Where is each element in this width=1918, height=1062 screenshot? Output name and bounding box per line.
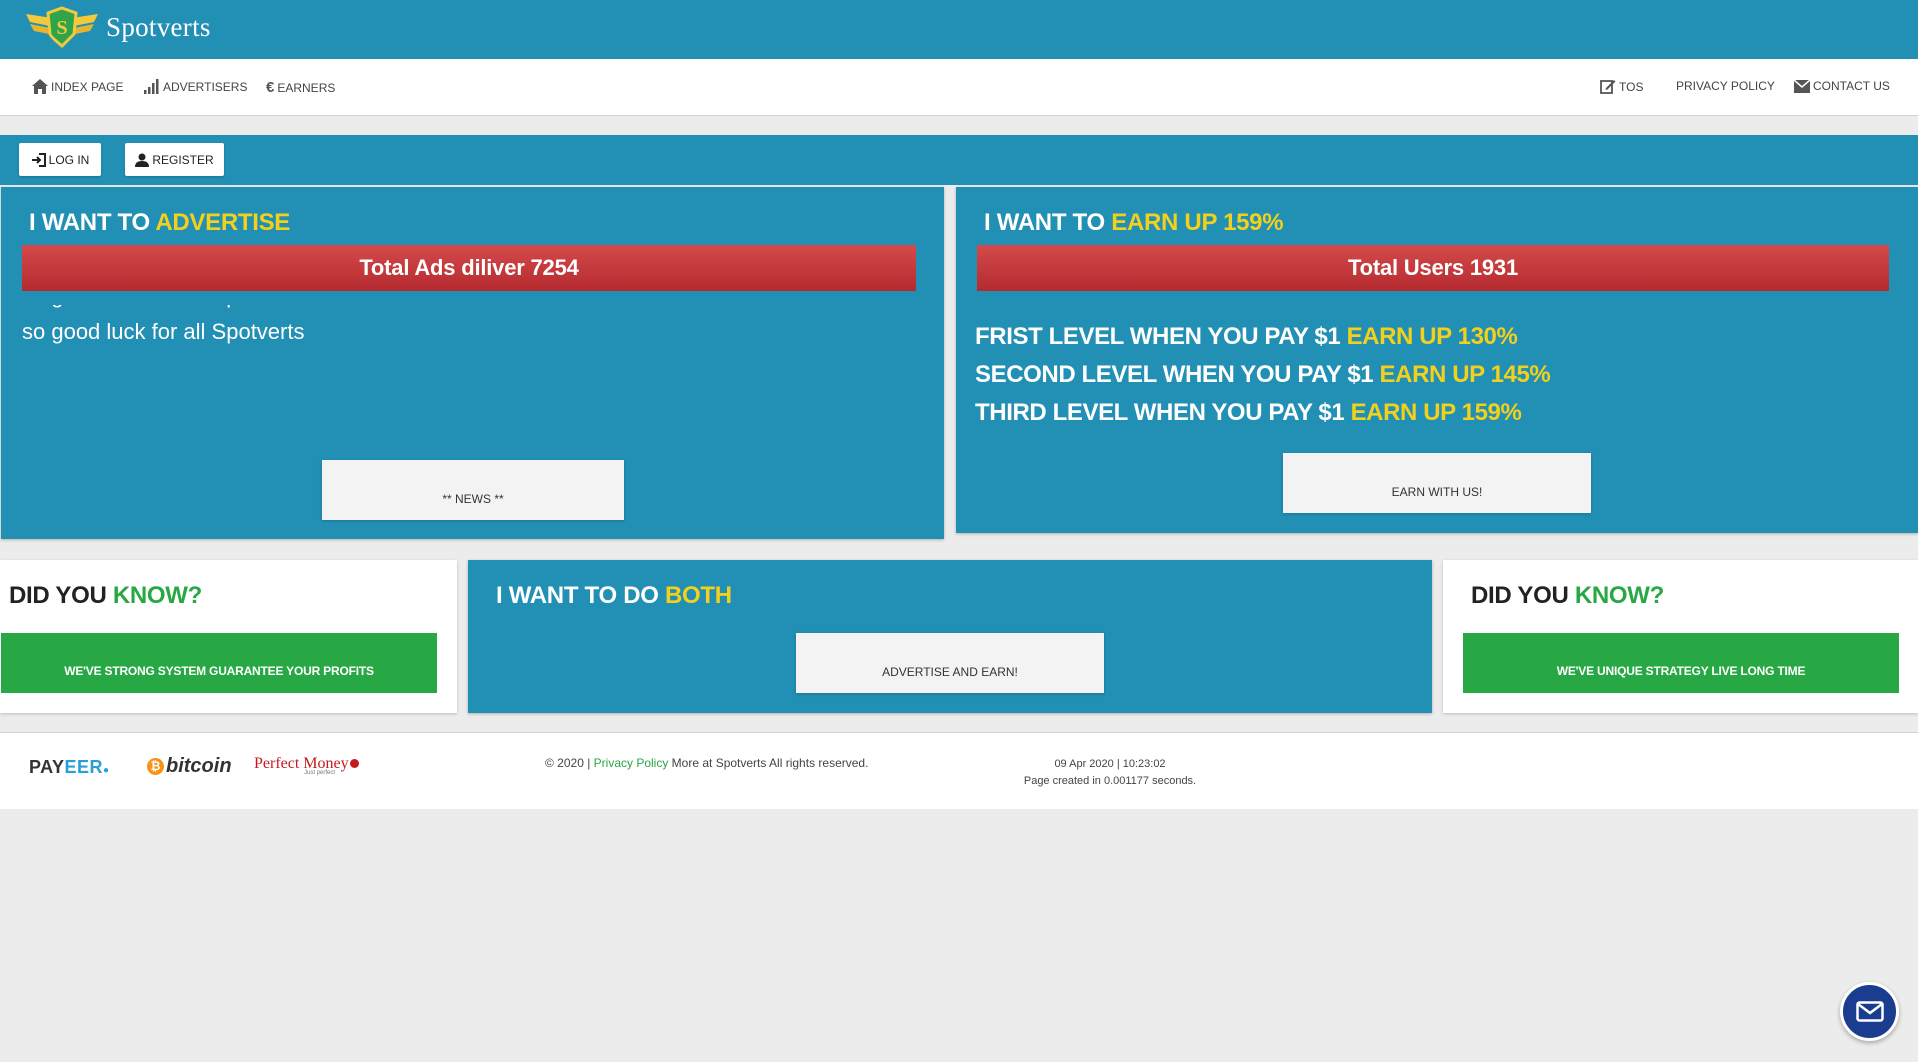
- level-1-text: FRIST LEVEL WHEN YOU PAY $1: [975, 323, 1347, 350]
- level-line-2: SECOND LEVEL WHEN YOU PAY $1 EARN UP 145…: [975, 361, 1551, 389]
- level-line-3: THIRD LEVEL WHEN YOU PAY $1 EARN UP 159%: [975, 399, 1522, 427]
- copyright-prefix: © 2020 |: [545, 756, 594, 770]
- perfect-money-logo: Perfect Money Just perfect: [254, 755, 359, 776]
- level-2-highlight: EARN UP 145%: [1379, 361, 1551, 388]
- nav-tos-label: TOS: [1619, 79, 1644, 94]
- dyk-right-highlight: KNOW?: [1574, 582, 1664, 609]
- top-header: S Spotverts: [0, 0, 1918, 59]
- earn-title: I WANT TO EARN UP 159%: [984, 209, 1284, 237]
- advertise-panel: I WANT TO ADVERTISE Total Ads diliver 72…: [1, 187, 944, 539]
- bitcoin-logo-text: bitcoin: [166, 755, 232, 777]
- perfect-money-icon: [349, 759, 359, 768]
- sign-in-icon: [31, 152, 46, 167]
- earn-title-prefix: I WANT TO: [984, 209, 1112, 236]
- bitcoin-icon: ₿: [147, 758, 164, 775]
- login-label: LOG IN: [48, 152, 90, 167]
- nav-index-page[interactable]: INDEX PAGE: [32, 79, 123, 94]
- footer-page-created: Page created in 0.001177 seconds.: [1023, 775, 1197, 787]
- register-button[interactable]: REGISTER: [125, 143, 224, 176]
- copyright-text: © 2020 | Privacy Policy More at Spotvert…: [545, 756, 868, 770]
- earn-with-us-button[interactable]: EARN WITH US!: [1283, 453, 1591, 513]
- copyright-suffix: More at Spotverts All rights reserved.: [668, 756, 869, 770]
- bar-chart-icon: [144, 79, 159, 94]
- nav-earners-label: EARNERS: [277, 80, 336, 95]
- server-info: 09 Apr 2020 | 10:23:02 Page created in 0…: [960, 756, 1260, 790]
- home-icon: [32, 79, 48, 94]
- nav-index-page-label: INDEX PAGE: [51, 79, 124, 94]
- did-you-know-left-title: DID YOU KNOW?: [9, 582, 202, 610]
- page-footer: PAYEER● ₿ bitcoin Perfect Money Just per…: [0, 732, 1918, 809]
- level-3-text: THIRD LEVEL WHEN YOU PAY $1: [975, 399, 1351, 426]
- unique-strategy-button[interactable]: WE'VE UNIQUE STRATEGY LIVE LONG TIME: [1463, 633, 1899, 693]
- nav-contact-us[interactable]: CONTACT US: [1794, 79, 1890, 93]
- nav-privacy-policy-label: PRIVACY POLICY: [1676, 79, 1775, 93]
- payeer-logo-part2: EER: [64, 757, 104, 777]
- bitcoin-logo: ₿ bitcoin: [147, 755, 232, 778]
- dyk-left-highlight: KNOW?: [112, 582, 202, 609]
- strong-system-button[interactable]: WE'VE STRONG SYSTEM GUARANTEE YOUR PROFI…: [1, 633, 437, 693]
- both-title: I WANT TO DO BOTH: [496, 582, 732, 610]
- site-logo[interactable]: S Spotverts: [22, 4, 211, 50]
- advertise-title-prefix: I WANT TO: [29, 209, 156, 236]
- both-panel: I WANT TO DO BOTH ADVERTISE AND EARN!: [468, 560, 1432, 713]
- winged-shield-logo-icon: S: [26, 6, 98, 49]
- level-line-1: FRIST LEVEL WHEN YOU PAY $1 EARN UP 130%: [975, 323, 1518, 351]
- footer-datetime: 09 Apr 2020 | 10:23:02: [1054, 758, 1166, 770]
- footer-privacy-link[interactable]: Privacy Policy: [594, 756, 669, 770]
- dyk-left-prefix: DID YOU: [9, 582, 113, 609]
- envelope-icon: [1855, 1001, 1884, 1022]
- did-you-know-left-card: DID YOU KNOW? WE'VE STRONG SYSTEM GUARAN…: [0, 560, 457, 713]
- both-title-prefix: I WANT TO DO: [496, 582, 665, 609]
- edit-icon: [1600, 80, 1616, 94]
- earn-title-highlight: EARN UP 159%: [1111, 209, 1284, 236]
- advertise-news-ticker: so good luck for all Spotverts so good l…: [22, 305, 916, 405]
- register-label: REGISTER: [152, 152, 214, 167]
- user-icon: [135, 153, 150, 167]
- both-title-highlight: BOTH: [665, 582, 732, 609]
- site-name: Spotverts: [106, 11, 211, 42]
- advertise-title-highlight: ADVERTISE: [155, 209, 290, 236]
- level-2-text: SECOND LEVEL WHEN YOU PAY $1: [975, 361, 1380, 388]
- envelope-icon: [1794, 79, 1810, 93]
- nav-contact-us-label: CONTACT US: [1813, 79, 1890, 93]
- nav-privacy-policy[interactable]: PRIVACY POLICY: [1676, 79, 1775, 93]
- perfect-money-sub: Just perfect: [304, 770, 336, 776]
- svg-text:S: S: [56, 17, 67, 39]
- payeer-logo-part1: PAY: [29, 757, 65, 777]
- ticker-previous-line: so good luck for all Spotverts: [22, 305, 304, 309]
- advertise-and-earn-button[interactable]: ADVERTISE AND EARN!: [796, 633, 1104, 693]
- advertise-text: so good luck for all Spotverts: [22, 319, 305, 344]
- total-users-bar: Total Users 1931: [977, 245, 1889, 291]
- earn-panel: I WANT TO EARN UP 159% Total Users 1931 …: [956, 187, 1918, 533]
- chat-button[interactable]: [1840, 982, 1899, 1041]
- news-button[interactable]: ** NEWS **: [322, 460, 624, 520]
- nav-advertisers-label: ADVERTISERS: [163, 79, 248, 94]
- login-button[interactable]: LOG IN: [19, 143, 101, 176]
- level-1-highlight: EARN UP 130%: [1346, 323, 1518, 350]
- euro-icon: €: [266, 79, 275, 96]
- level-3-highlight: EARN UP 159%: [1350, 399, 1522, 426]
- advertise-title: I WANT TO ADVERTISE: [29, 209, 290, 237]
- nav-earners[interactable]: € EARNERS: [266, 79, 335, 96]
- auth-bar: LOG IN REGISTER: [0, 135, 1918, 185]
- main-navbar: INDEX PAGE ADVERTISERS € EARNERS TOS PRI…: [0, 59, 1918, 116]
- did-you-know-right-title: DID YOU KNOW?: [1471, 582, 1664, 610]
- dyk-right-prefix: DID YOU: [1471, 582, 1575, 609]
- nav-tos[interactable]: TOS: [1600, 79, 1643, 94]
- nav-advertisers[interactable]: ADVERTISERS: [144, 79, 247, 94]
- payeer-logo: PAYEER●: [29, 757, 110, 777]
- did-you-know-right-card: DID YOU KNOW? WE'VE UNIQUE STRATEGY LIVE…: [1443, 560, 1918, 713]
- total-ads-bar: Total Ads diliver 7254: [22, 245, 916, 291]
